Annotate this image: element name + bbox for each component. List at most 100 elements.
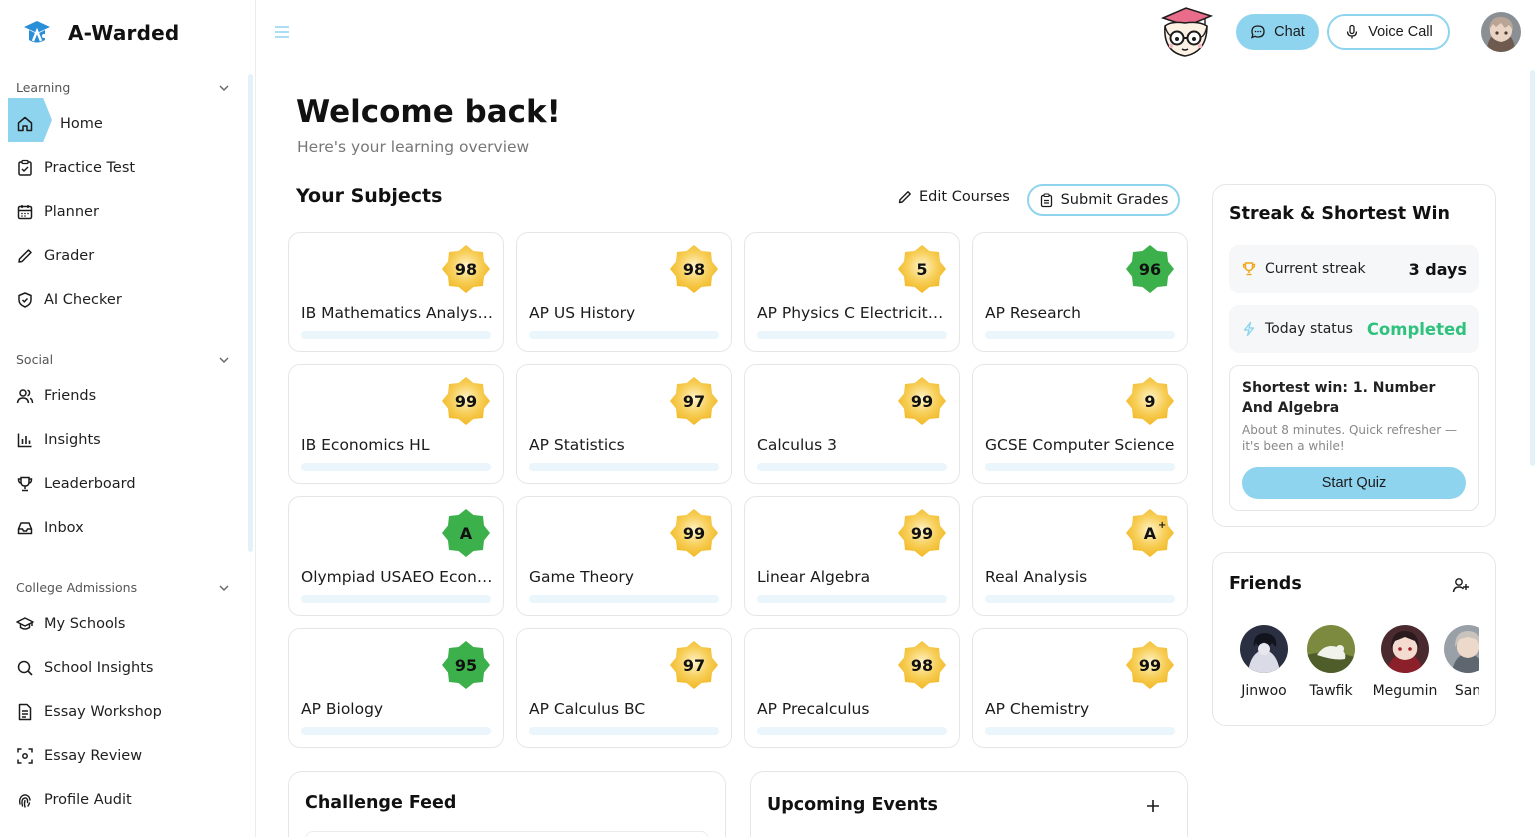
menu-icon[interactable] xyxy=(274,25,290,39)
submit-grades-label: Submit Grades xyxy=(1060,192,1169,208)
grade-value: 98 xyxy=(454,259,478,279)
grade-value: 97 xyxy=(682,655,706,675)
scan-text-icon xyxy=(17,748,33,764)
fingerprint-icon xyxy=(18,794,31,808)
voice-call-button[interactable]: Voice Call xyxy=(1327,14,1450,50)
chat-button[interactable]: Chat xyxy=(1236,14,1319,50)
sidebar-scrollbar[interactable] xyxy=(248,74,253,552)
sidebar-item-label: Grader xyxy=(44,248,95,264)
subject-card[interactable]: 99 IB Economics HL xyxy=(288,364,504,484)
progress-bar xyxy=(757,595,947,603)
progress-bar xyxy=(529,463,719,471)
friends-panel: Friends Jinwoo Tawfik Megumin San xyxy=(1212,552,1496,726)
sidebar-item-my-schools[interactable]: My Schools xyxy=(16,606,236,642)
mascot-avatar xyxy=(1160,7,1214,57)
challenge-item[interactable] xyxy=(305,831,709,837)
grade-value: A xyxy=(1143,523,1157,543)
subject-card[interactable]: 99 Linear Algebra xyxy=(744,496,960,616)
subject-card[interactable]: 99 Game Theory xyxy=(516,496,732,616)
subject-card[interactable]: A Olympiad USAEO Economics xyxy=(288,496,504,616)
grade-badge: 95 xyxy=(441,640,491,690)
sidebar-item-grader[interactable]: Grader xyxy=(16,238,236,274)
sidebar-item-ai-checker[interactable]: AI Checker xyxy=(16,282,236,318)
subject-card[interactable]: 95 AP Biology xyxy=(288,628,504,748)
page-subtitle: Here's your learning overview xyxy=(297,138,530,156)
sidebar-item-profile-audit[interactable]: Profile Audit xyxy=(16,782,236,818)
grade-value: 5 xyxy=(916,259,928,279)
progress-bar xyxy=(985,331,1175,339)
voice-call-label: Voice Call xyxy=(1368,24,1433,40)
sidebar-item-inbox[interactable]: Inbox xyxy=(16,510,236,546)
inbox-icon xyxy=(17,522,33,535)
sidebar-item-label: Leaderboard xyxy=(44,476,136,492)
grade-badge: A xyxy=(441,508,491,558)
subject-card[interactable]: A + Real Analysis xyxy=(972,496,1188,616)
subject-card[interactable]: 99 Calculus 3 xyxy=(744,364,960,484)
grade-modifier: + xyxy=(1158,520,1167,531)
sidebar-item-label: Essay Review xyxy=(44,748,143,764)
sidebar-item-insights[interactable]: Insights xyxy=(16,422,236,458)
grade-badge: A + xyxy=(1125,508,1175,558)
submit-grades-button[interactable]: Submit Grades xyxy=(1027,184,1180,216)
sidebar-item-label: Practice Test xyxy=(44,160,136,176)
subject-name: IB Mathematics Analysis and Approaches H… xyxy=(301,304,493,322)
friend-item[interactable]: San xyxy=(1433,625,1479,699)
section-social[interactable]: Social xyxy=(16,352,230,367)
sidebar-item-essay-workshop[interactable]: Essay Workshop xyxy=(16,694,236,730)
friend-avatar xyxy=(1307,625,1355,673)
subject-name: Game Theory xyxy=(529,568,634,586)
sidebar-item-essay-review[interactable]: Essay Review xyxy=(16,738,236,774)
grade-value: 99 xyxy=(910,523,934,543)
subject-card[interactable]: 97 AP Statistics xyxy=(516,364,732,484)
start-quiz-button[interactable]: Start Quiz xyxy=(1242,467,1466,499)
progress-bar xyxy=(757,727,947,735)
grade-value: 99 xyxy=(1138,655,1162,675)
pencil-icon xyxy=(18,249,32,263)
friend-item[interactable]: Jinwoo xyxy=(1229,625,1299,699)
sidebar-item-friends[interactable]: Friends xyxy=(16,378,236,414)
subject-card[interactable]: 99 AP Chemistry xyxy=(972,628,1188,748)
subject-card[interactable]: 5 AP Physics C Electricity and Magnetism xyxy=(744,232,960,352)
section-college-admissions[interactable]: College Admissions xyxy=(16,580,230,595)
grade-value: 99 xyxy=(910,391,934,411)
grade-value: 98 xyxy=(910,655,934,675)
subject-card[interactable]: 96 AP Research xyxy=(972,232,1188,352)
sidebar-item-planner[interactable]: Planner xyxy=(16,194,236,230)
subject-name: AP Calculus BC xyxy=(529,700,646,718)
microphone-icon xyxy=(1347,24,1358,39)
edit-courses-button[interactable]: Edit Courses xyxy=(897,189,1010,205)
sidebar-item-practice-test[interactable]: Practice Test xyxy=(16,150,236,186)
grade-badge: 5 xyxy=(897,244,947,294)
subject-card[interactable]: 97 AP Calculus BC xyxy=(516,628,732,748)
brand[interactable]: A-Warded xyxy=(22,18,179,48)
user-avatar[interactable] xyxy=(1481,12,1521,52)
progress-bar xyxy=(529,727,719,735)
current-streak-label: Current streak xyxy=(1265,261,1366,277)
sidebar-item-home[interactable]: Home xyxy=(8,98,236,142)
friend-item[interactable]: Megumin xyxy=(1370,625,1440,699)
subject-card[interactable]: 98 AP Precalculus xyxy=(744,628,960,748)
graduation-cap-icon xyxy=(16,617,34,630)
subject-card[interactable]: 9 GCSE Computer Science xyxy=(972,364,1188,484)
upcoming-events-title: Upcoming Events xyxy=(767,795,938,815)
sidebar-item-school-insights[interactable]: School Insights xyxy=(16,650,236,686)
grade-value: A xyxy=(459,523,473,543)
grade-badge: 97 xyxy=(669,376,719,426)
friend-avatar xyxy=(1444,625,1479,673)
bar-chart-icon xyxy=(17,433,32,448)
friend-item[interactable]: Tawfik xyxy=(1296,625,1366,699)
grade-badge: 97 xyxy=(669,640,719,690)
subject-card[interactable]: 98 AP US History xyxy=(516,232,732,352)
chat-label: Chat xyxy=(1274,24,1305,40)
main-scrollbar[interactable] xyxy=(1530,70,1535,466)
subject-card[interactable]: 98 IB Mathematics Analysis and Approaches… xyxy=(288,232,504,352)
sidebar-item-label: Profile Audit xyxy=(44,792,132,808)
grade-badge: 98 xyxy=(897,640,947,690)
add-event-icon[interactable] xyxy=(1145,798,1161,814)
sidebar-item-label: Inbox xyxy=(44,520,84,536)
sidebar-item-leaderboard[interactable]: Leaderboard xyxy=(16,466,236,502)
subject-name: IB Economics HL xyxy=(301,436,430,454)
friend-name: San xyxy=(1454,683,1479,699)
subject-name: AP US History xyxy=(529,304,636,322)
section-learning[interactable]: Learning xyxy=(16,80,230,95)
